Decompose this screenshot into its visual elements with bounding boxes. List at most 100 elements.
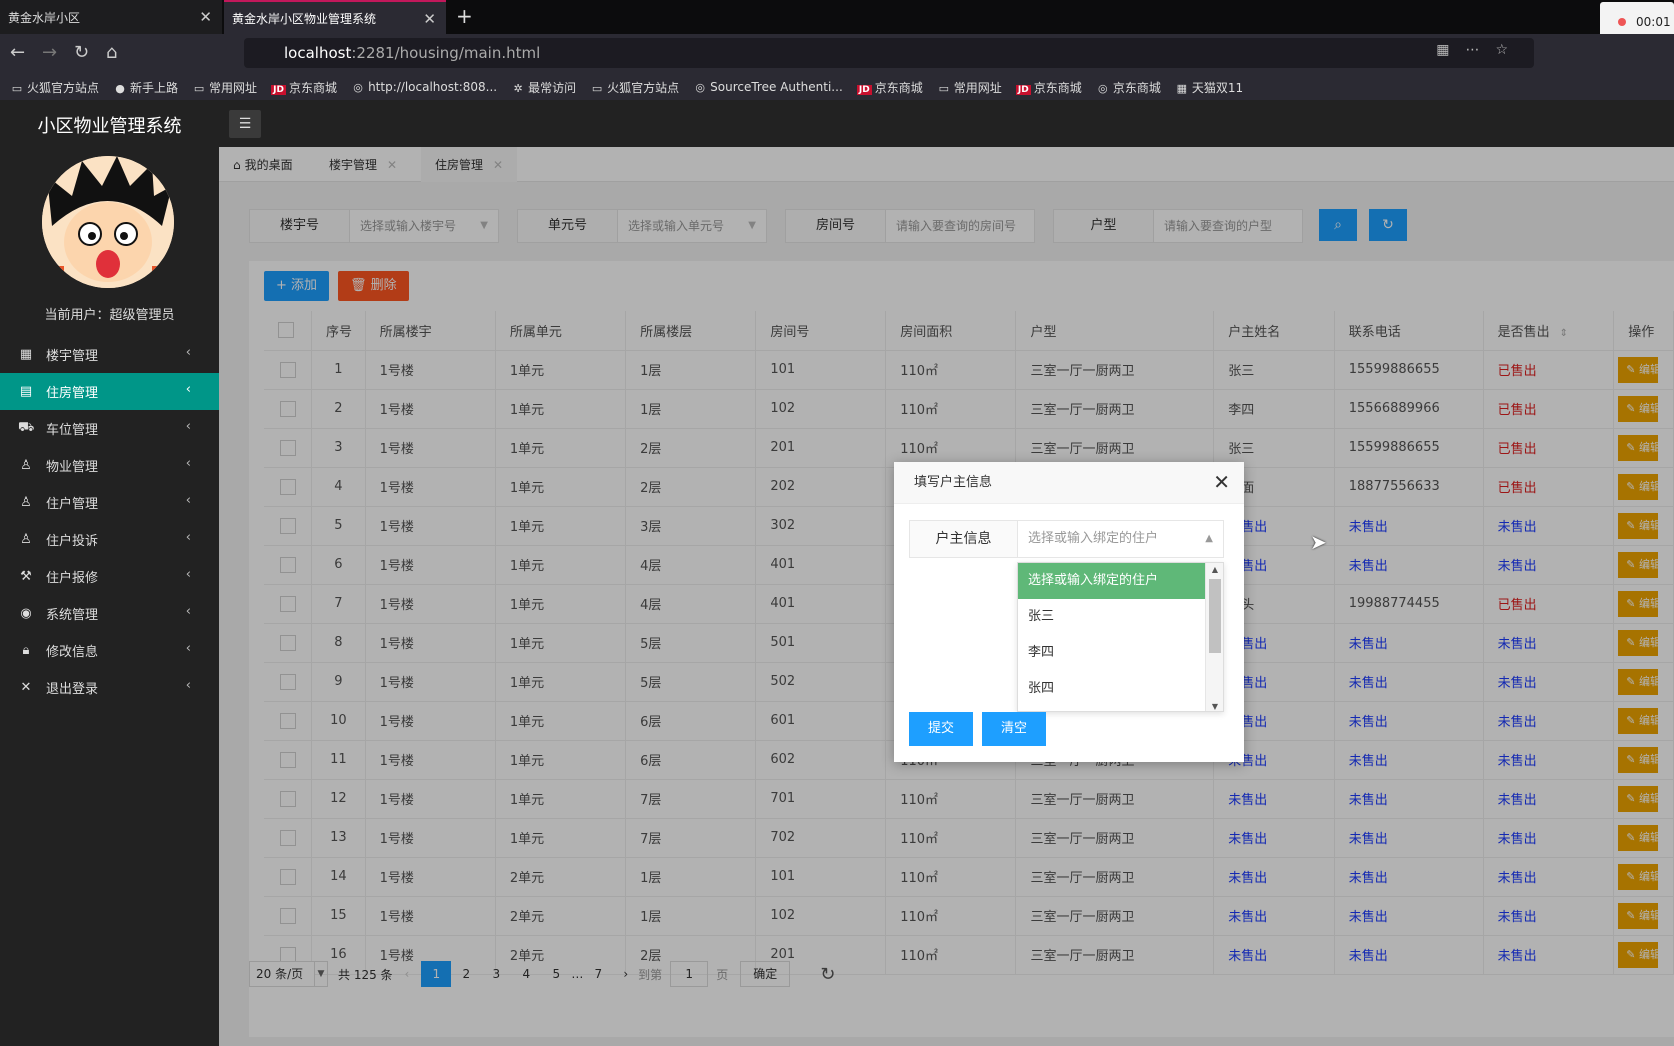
user-icon: ♙ (20, 532, 32, 547)
sidebar-item-label: 楼宇管理 (46, 349, 99, 364)
bookmark[interactable]: JD 京东商城 (856, 79, 923, 96)
user-icon: ♙ (20, 458, 32, 473)
browser-tab-bar: 黄金水岸小区 ✕ 黄金水岸小区物业管理系统 ✕ + 00:01 (0, 0, 1674, 42)
settings-user-icon: ◉ (20, 606, 32, 621)
chevron-left-icon: ‹ (185, 604, 191, 619)
sidebar-item-housing[interactable]: ▤ 住房管理 ‹ (0, 373, 219, 410)
close-icon[interactable]: ✕ (1213, 470, 1230, 494)
caret-up-icon: ▲ (1205, 533, 1213, 544)
jd-icon: JD (271, 84, 287, 95)
bookmark[interactable]: JD 京东商城 (1015, 79, 1082, 96)
app-title: 小区物业管理系统 (37, 116, 182, 137)
url-host: localhost (284, 44, 352, 62)
new-tab-icon[interactable]: + (456, 4, 473, 28)
owner-info-dialog: 填写户主信息 ✕ 户主信息 选择或输入绑定的住户 ▲ 选择或输入绑定的住户 张三 … (894, 462, 1244, 762)
chevron-left-icon: ‹ (185, 530, 191, 545)
scrollbar-thumb[interactable] (1209, 579, 1221, 653)
close-tab-icon[interactable]: ✕ (423, 10, 436, 28)
dialog-title: 填写户主信息 (894, 462, 1244, 504)
sidebar-item-label: 系统管理 (46, 608, 99, 623)
dropdown-option[interactable]: 张三 (1018, 599, 1206, 635)
sidebar-menu: ▦ 楼宇管理 ‹ ▤ 住房管理 ‹ ⛟ 车位管理 ‹ ♙ 物业管理 ‹ ♙ 住户管理 ‹ ♙ 住户投诉… (0, 336, 219, 706)
sidebar-item-property[interactable]: ♙ 物业管理 ‹ (0, 447, 219, 484)
clear-button[interactable]: 清空 (982, 712, 1046, 746)
folder-icon: ▭ (591, 81, 603, 95)
bookmarks-bar: ▭ 火狐官方站点 ● 新手上路 ▭ 常用网址 JD 京东商城 ◎ http://local… (0, 74, 1674, 100)
sidebar-item-label: 住房管理 (46, 386, 99, 401)
submit-button[interactable]: 提交 (909, 712, 973, 746)
chevron-left-icon: ‹ (185, 678, 191, 693)
bookmark[interactable]: ◎ http://localhost:808... (351, 80, 497, 94)
bookmark[interactable]: ▭ 火狐官方站点 (590, 79, 679, 96)
bookmark[interactable]: ● 新手上路 (113, 79, 178, 96)
record-dot-icon (1618, 18, 1626, 26)
chevron-left-icon: ‹ (185, 456, 191, 471)
lock-icon: 🔒︎ (22, 643, 30, 658)
dropdown-option[interactable]: 张四 (1018, 671, 1206, 707)
sidebar-item-parking[interactable]: ⛟ 车位管理 ‹ (0, 410, 219, 447)
bookmark[interactable]: JD 京东商城 (271, 79, 337, 96)
folder-icon: ▭ (193, 81, 205, 95)
sidebar-item-label: 住户报修 (46, 571, 99, 586)
sidebar-item-system[interactable]: ◉ 系统管理 ‹ (0, 595, 219, 632)
chevron-left-icon: ‹ (185, 419, 191, 434)
sidebar-item-building[interactable]: ▦ 楼宇管理 ‹ (0, 336, 219, 373)
dropdown-scrollbar[interactable]: ▲ ▼ (1205, 563, 1223, 711)
globe-icon: ◎ (695, 81, 705, 94)
url-actions-icon[interactable]: ▦⋯☆ (1436, 42, 1524, 58)
dropdown-option[interactable]: 李四 (1018, 635, 1206, 671)
browser-tab-2[interactable]: 黄金水岸小区物业管理系统 ✕ (224, 0, 446, 34)
gear-icon: ✲ (513, 81, 523, 95)
home-icon[interactable]: ⌂ (106, 42, 117, 63)
chevron-left-icon: ‹ (185, 345, 191, 360)
browser-tab-title: 黄金水岸小区 (8, 10, 81, 25)
repair-icon: ⚒ (20, 569, 32, 584)
jd-icon: JD (1015, 84, 1031, 95)
sidebar: 小区物业管理系统 当前用户：超级管理员 ▦ 楼宇管理 ‹ ▤ 住房管理 ‹ ⛟ 车位管理 ‹… (0, 100, 219, 1046)
sidebar-item-label: 车位管理 (46, 423, 99, 438)
firefox-icon: ● (115, 81, 125, 95)
sidebar-item-edit-info[interactable]: 🔒︎ 修改信息 ‹ (0, 632, 219, 669)
reload-icon[interactable]: ↻ (74, 42, 89, 63)
sidebar-item-label: 住户投诉 (46, 534, 99, 549)
sidebar-item-residents[interactable]: ♙ 住户管理 ‹ (0, 484, 219, 521)
browser-nav-bar: ← → ↻ ⌂ localhost:2281/housing/main.html… (0, 34, 1674, 74)
scroll-up-icon[interactable]: ▲ (1206, 565, 1223, 574)
folder-icon: ▭ (11, 81, 23, 95)
close-tab-icon[interactable]: ✕ (199, 8, 212, 26)
bookmark[interactable]: ◎ SourceTree Authenti... (693, 80, 842, 94)
owner-field: 户主信息 选择或输入绑定的住户 ▲ (909, 520, 1224, 558)
bookmark[interactable]: ▭ 常用网址 (937, 79, 1002, 96)
bookmark[interactable]: ✲ 最常访问 (511, 79, 576, 96)
bookmark[interactable]: ▦ 天猫双11 (1175, 79, 1243, 96)
sidebar-item-label: 修改信息 (46, 645, 99, 660)
sidebar-item-repairs[interactable]: ⚒ 住户报修 ‹ (0, 558, 219, 595)
user-icon: ♙ (20, 495, 32, 510)
current-user: 当前用户：超级管理员 (44, 308, 175, 323)
chevron-left-icon: ‹ (185, 641, 191, 656)
jd-icon: JD (856, 84, 872, 95)
chevron-left-icon: ‹ (185, 567, 191, 582)
bookmark[interactable]: ▭ 常用网址 (192, 79, 257, 96)
url-bar[interactable]: localhost:2281/housing/main.html ▦⋯☆ (244, 38, 1534, 68)
close-icon: ✕ (20, 680, 32, 695)
avatar (42, 156, 174, 288)
forward-icon[interactable]: → (42, 42, 57, 63)
scroll-down-icon[interactable]: ▼ (1206, 702, 1223, 711)
sidebar-item-logout[interactable]: ✕ 退出登录 ‹ (0, 669, 219, 706)
sidebar-item-complaints[interactable]: ♙ 住户投诉 ‹ (0, 521, 219, 558)
app-header: ☰ (219, 100, 1674, 147)
building-icon: ▦ (19, 347, 33, 362)
menu-toggle-icon[interactable]: ☰ (229, 110, 261, 138)
globe-icon: ◎ (1098, 81, 1108, 95)
dropdown-option[interactable]: 选择或输入绑定的住户 (1018, 563, 1206, 599)
bookmark[interactable]: ▭ 火狐官方站点 (10, 79, 99, 96)
chevron-left-icon: ‹ (185, 382, 191, 397)
browser-tab-1[interactable]: 黄金水岸小区 ✕ (0, 0, 222, 34)
browser-tab-title: 黄金水岸小区物业管理系统 (232, 11, 377, 26)
back-icon[interactable]: ← (10, 42, 25, 63)
owner-select[interactable]: 选择或输入绑定的住户 ▲ (1018, 521, 1223, 557)
sidebar-item-label: 物业管理 (46, 460, 99, 475)
bookmark[interactable]: ◎ 京东商城 (1096, 79, 1161, 96)
car-icon: ⛟ (18, 420, 35, 435)
